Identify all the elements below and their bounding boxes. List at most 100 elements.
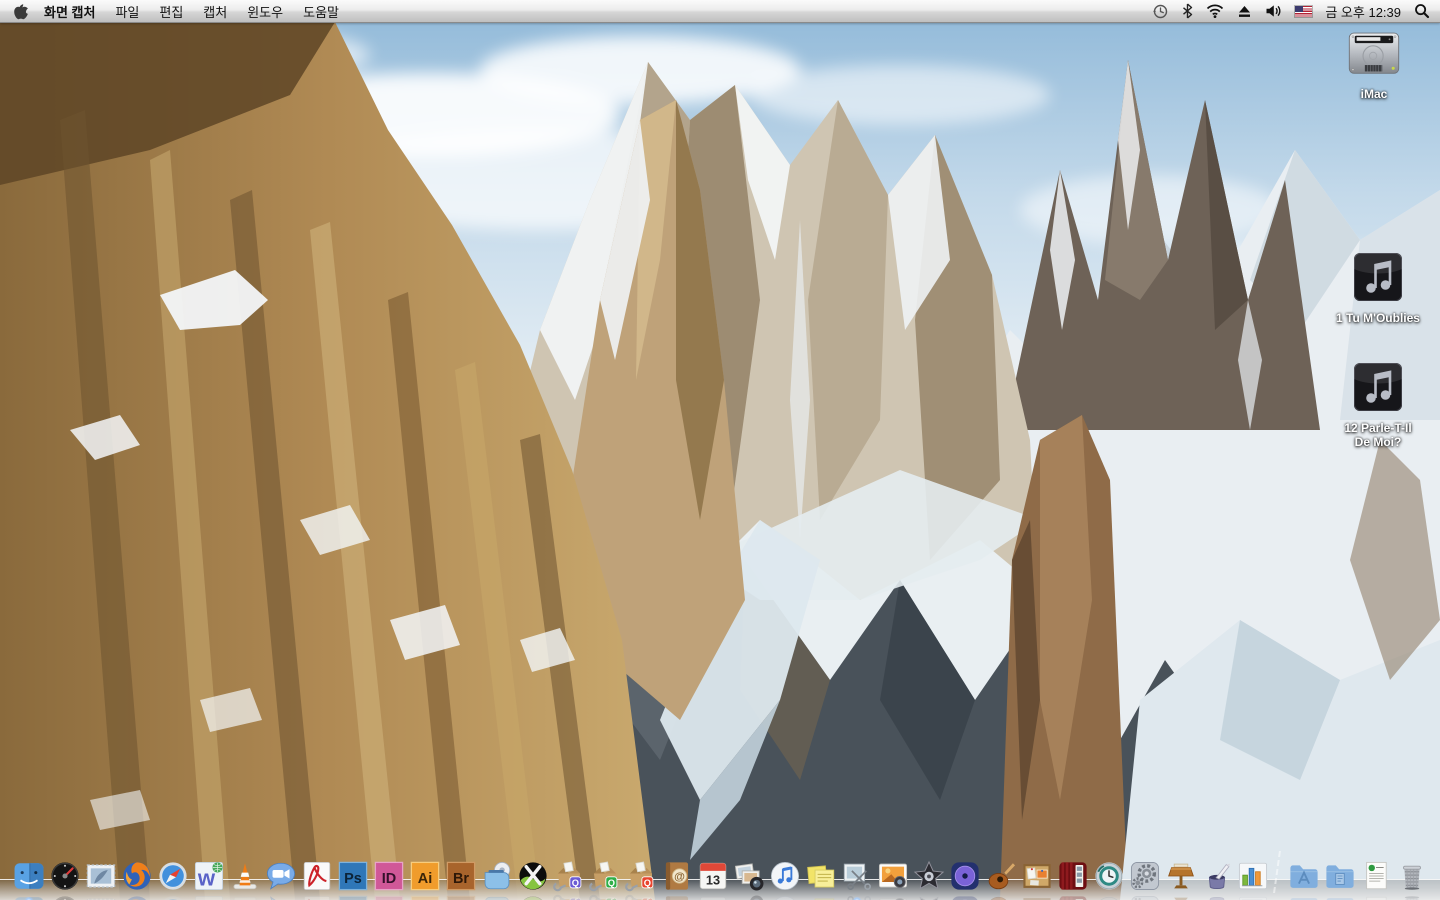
desktop-icon-label-line: iMac [1336,87,1412,101]
desktop-icon-label-line: De Moi? [1326,435,1430,449]
bluetooth-icon[interactable] [1182,3,1193,19]
dock-item-iphoto[interactable] [876,859,910,893]
dock-item-finder[interactable] [12,859,46,893]
installer-box-q-green-icon: Q [588,859,622,893]
dock-item-safari[interactable] [156,859,190,893]
dock-item-word-globe-app[interactable]: ww [192,859,226,893]
dock-item-mail[interactable] [84,859,118,893]
apple-menu[interactable] [14,3,28,20]
desktop-icon-music-2[interactable]: 12 Parle-T-IlDe Moi? [1326,360,1430,449]
dock-item-firefox[interactable] [120,859,154,893]
address-book-icon: @ [660,859,694,893]
dock-item-time-machine[interactable] [1092,859,1126,893]
svg-text:Br: Br [452,871,468,887]
pages-icon [1200,859,1234,893]
indesign-icon: ID [372,859,406,893]
dock-item-corkboard-app[interactable] [1020,859,1054,893]
dock-item-ichat[interactable] [264,859,298,893]
dock-item-keynote[interactable] [1164,859,1198,893]
dock-item-ical[interactable]: 1313 [696,859,730,893]
desktop-icon-music-1[interactable]: 1 Tu M'Oublies [1326,250,1430,325]
input-source-us-flag[interactable] [1295,6,1312,17]
itunes-icon [768,859,802,893]
stickies-icon [804,859,838,893]
wifi-icon[interactable] [1206,4,1224,18]
menu-file[interactable]: 파일 [115,2,139,21]
dock-item-document-stack[interactable] [1359,859,1393,893]
menu-capture[interactable]: 캡처 [203,2,227,21]
dock-item-installer-box-q-green[interactable]: QQ [588,859,622,893]
dock-item-indesign[interactable]: IDID [372,859,406,893]
acrobat-icon [300,859,334,893]
dock-item-image-capture[interactable] [732,859,766,893]
image-capture-icon [732,859,766,893]
dock-item-bridge[interactable]: BrBr [444,859,478,893]
menu-window[interactable]: 윈도우 [247,2,283,21]
dock-item-acrobat[interactable] [300,859,334,893]
audio-icon [1326,360,1430,419]
dock-item-imovie[interactable] [912,859,946,893]
desktop: iMac 1 Tu M'Oublies 12 Parle-T-IlDe Moi?… [0,0,1440,900]
desktop-icon-label-line: 12 Parle-T-Il [1326,421,1430,435]
dock-item-x-green-app[interactable] [516,859,550,893]
dashboard-icon [48,859,82,893]
dock-item-pages[interactable] [1200,859,1234,893]
desktop-icon-label: 1 Tu M'Oublies [1326,311,1430,325]
dock-item-trash[interactable] [1395,859,1429,893]
svg-text:ID: ID [381,871,395,887]
documents-folder-icon [1323,859,1357,893]
dock-item-installer-box-q-purple[interactable]: QQ [552,859,586,893]
active-app-menu[interactable]: 화면 캡처 [44,2,95,21]
dock-item-toast[interactable] [480,859,514,893]
dock-item-idvd[interactable] [948,859,982,893]
dock-item-itunes[interactable] [768,859,802,893]
dock-item-grab[interactable] [840,859,874,893]
spotlight-icon[interactable] [1414,3,1430,19]
applications-folder-icon [1287,859,1321,893]
bridge-icon: Br [444,859,478,893]
dock-item-stickies[interactable] [804,859,838,893]
dock-item-address-book[interactable]: @@ [660,859,694,893]
photo-booth-icon [1056,859,1090,893]
menu-help[interactable]: 도움말 [303,2,339,21]
svg-text:Q: Q [607,878,614,888]
firefox-icon [120,859,154,893]
corkboard-app-icon [1020,859,1054,893]
vlc-icon [228,859,262,893]
dock-item-garageband[interactable] [984,859,1018,893]
document-stack-icon [1359,859,1393,893]
dock-item-numbers[interactable] [1236,859,1270,893]
safari-icon [156,859,190,893]
ical-icon: 13 [696,859,730,893]
dock-item-illustrator[interactable]: AiAi [408,859,442,893]
keynote-icon [1164,859,1198,893]
grab-icon [840,859,874,893]
svg-text:13: 13 [705,873,719,888]
dock-item-installer-box-q-red[interactable]: QQ [624,859,658,893]
toast-icon [480,859,514,893]
volume-icon[interactable] [1265,4,1282,18]
trash-icon [1395,859,1429,893]
menu-clock[interactable]: 금 오후 12:39 [1325,2,1401,21]
time-machine-menu-icon[interactable] [1152,3,1169,20]
dock-item-system-preferences[interactable] [1128,859,1162,893]
wallpaper-mountains [0,0,1440,900]
apple-logo-icon [14,3,28,20]
audio-icon [1326,250,1430,309]
photoshop-icon: Ps [336,859,370,893]
dock-item-documents-folder[interactable] [1323,859,1357,893]
menu-bar: 화면 캡처 파일 편집 캡처 윈도우 도움말 금 오후 12:3 [0,0,1440,23]
eject-icon[interactable] [1237,4,1252,18]
menu-edit[interactable]: 편집 [159,2,183,21]
dock-item-photoshop[interactable]: PsPs [336,859,370,893]
dock-item-applications-folder[interactable] [1287,859,1321,893]
dock-item-photo-booth[interactable] [1056,859,1090,893]
time-machine-icon [1092,859,1126,893]
system-preferences-icon [1128,859,1162,893]
dock-item-dashboard[interactable] [48,859,82,893]
svg-text:Ps: Ps [344,871,362,887]
dock-item-vlc[interactable] [228,859,262,893]
desktop-icon-imac-hd[interactable]: iMac [1336,30,1412,101]
desktop-icon-label-line: 1 Tu M'Oublies [1326,311,1430,325]
finder-icon [12,859,46,893]
